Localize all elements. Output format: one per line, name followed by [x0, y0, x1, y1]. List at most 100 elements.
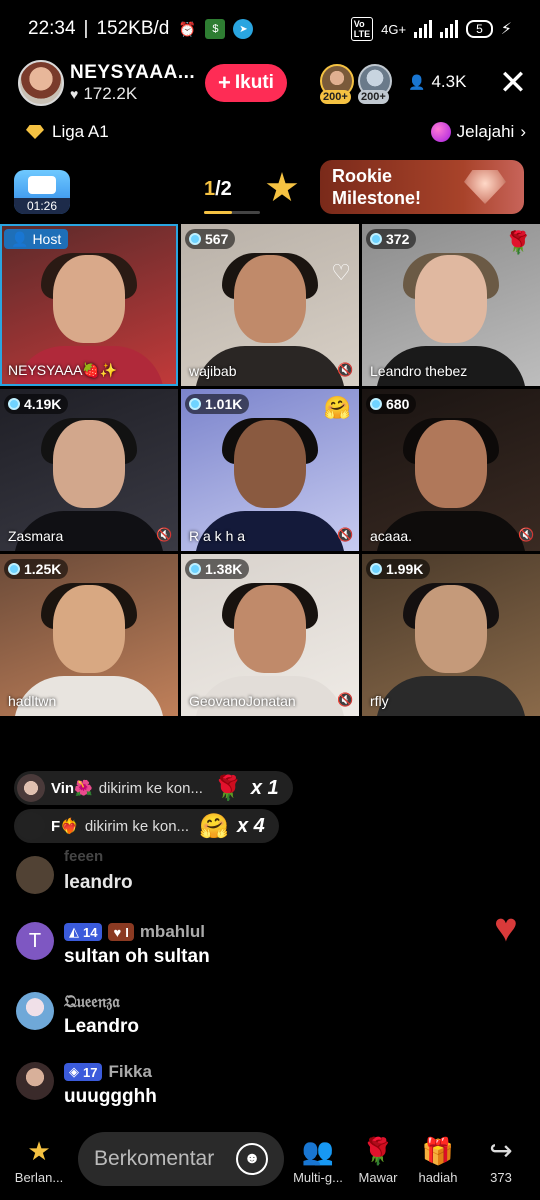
star-icon[interactable]: [266, 172, 298, 202]
guest-tile[interactable]: 1.99K rfly: [362, 554, 540, 716]
mic-muted-icon: 🔇: [337, 362, 354, 377]
comment-user-row: ◭ 14 ♥ I mbahlul: [64, 922, 205, 942]
heart-outline-icon[interactable]: ♡: [331, 260, 351, 286]
league-label: Liga A1: [52, 122, 109, 141]
gift-sender-avatar: [17, 774, 45, 802]
volte-icon: Vo LTE: [350, 17, 374, 41]
guest-tile[interactable]: 1.25K hadltwn: [0, 554, 178, 716]
signal-icon-2: [440, 20, 459, 38]
mic-muted-icon: 🔇: [337, 692, 354, 707]
coin-icon: [370, 233, 382, 245]
page-current: 1: [204, 178, 216, 200]
timer-badge[interactable]: 01:26: [14, 170, 70, 214]
comment-item[interactable]: feeen leandro: [16, 848, 486, 906]
gift-button[interactable]: 🎁 hadiah: [412, 1136, 464, 1185]
rose-icon: 🌹: [361, 1136, 395, 1166]
top-viewer-badge-2: 200+: [358, 90, 389, 104]
comment-username: 𝔔𝔲𝔢𝔢𝔫𝔷𝔞: [64, 992, 120, 1012]
gift-count: x 1: [250, 776, 279, 799]
rose-gift-button[interactable]: 🌹 Mawar: [352, 1136, 404, 1185]
diamond-icon: [26, 125, 44, 139]
comment-username: Fikka: [108, 1062, 152, 1081]
comment-placeholder: Berkomentar: [94, 1147, 215, 1170]
guest-score: 1.01K: [185, 394, 250, 414]
multi-guest-button[interactable]: 👥 Multi-g...: [288, 1136, 348, 1185]
guest-tile-host[interactable]: 👤 Host NEYSYAAA🍓✨: [0, 224, 178, 386]
comment-avatar: [16, 992, 54, 1030]
level-icon: ◈: [69, 1064, 79, 1079]
battery-icon: 5: [466, 20, 493, 38]
status-time: 22:34: [28, 18, 76, 39]
host-header: NEYSYAAA... ♥ 172.2K + Ikuti 200+ 200+ 👤…: [0, 58, 540, 110]
host-tag: 👤 Host: [4, 229, 69, 249]
rose-icon: 🌹: [504, 230, 532, 255]
guest-name: wajibab: [189, 363, 237, 379]
mic-muted-icon: 🔇: [337, 527, 354, 542]
guest-name: hadltwn: [8, 693, 57, 709]
viewer-count[interactable]: 👤 4.3K: [408, 72, 466, 92]
rookie-milestone-banner[interactable]: Rookie Milestone!: [320, 160, 524, 214]
guest-score: 680: [366, 394, 417, 414]
host-likes-count: 172.2K: [83, 84, 138, 103]
hug-emoji-icon: 🤗: [199, 812, 229, 840]
gift-label: hadiah: [418, 1170, 458, 1185]
comment-username: mbahlul: [139, 922, 205, 941]
person-icon: 👤: [408, 73, 426, 90]
explore-button[interactable]: Jelajahi ›: [430, 122, 526, 142]
gem-icon: [464, 170, 506, 204]
comment-message: uuuggghh: [64, 1086, 157, 1107]
follow-button[interactable]: + Ikuti: [205, 64, 287, 102]
rose-icon: 🌹: [212, 774, 243, 802]
guest-tile[interactable]: 567 ♡ wajibab 🔇: [181, 224, 359, 386]
guest-tile[interactable]: 372 🌹 Leandro thebez: [362, 224, 540, 386]
emoji-icon[interactable]: ☻: [236, 1143, 268, 1175]
guest-name: rfly: [370, 693, 389, 709]
close-icon[interactable]: ✕: [496, 66, 530, 100]
gift-count: x 4: [236, 814, 265, 837]
host-avatar[interactable]: [18, 60, 64, 106]
person-icon: 👤: [11, 230, 29, 247]
gift-sender-name: Vin🌺: [51, 780, 93, 797]
multi-guest-tab-row: 01:26 1/2 Rookie Milestone!: [0, 158, 540, 218]
gift-icon: 🎁: [421, 1136, 455, 1166]
guest-name: Zasmara: [8, 528, 64, 544]
gift-sender-name: F❤️‍🔥: [51, 818, 79, 835]
multi-guest-label: Multi-g...: [293, 1170, 343, 1185]
guest-name: NEYSYAAA🍓✨: [8, 362, 118, 378]
comment-item[interactable]: ◈ 17 Fikka uuuggghh: [16, 1062, 486, 1112]
guest-tile[interactable]: 1.01K 🤗 R a k h a 🔇: [181, 389, 359, 551]
guest-tile[interactable]: 1.38K GeovanoJonatan 🔇: [181, 554, 359, 716]
chevron-right-icon: ›: [520, 122, 526, 141]
guest-tile[interactable]: 4.19K Zasmara 🔇: [0, 389, 178, 551]
comment-message: Leandro: [64, 1016, 139, 1037]
coin-icon: [8, 563, 20, 575]
guest-name: acaaa.: [370, 528, 413, 544]
page-indicator[interactable]: 1/2: [204, 178, 232, 201]
level-icon: ◭: [69, 924, 79, 939]
guest-score: 372: [366, 229, 417, 249]
comment-input[interactable]: Berkomentar ☻: [78, 1132, 284, 1186]
coin-icon: [189, 563, 201, 575]
share-icon: ↪: [489, 1135, 513, 1166]
plus-icon: +: [218, 70, 231, 95]
guest-score: 4.19K: [4, 394, 69, 414]
guest-tile[interactable]: 680 acaaa. 🔇: [362, 389, 540, 551]
viewer-count-value: 4.3K: [431, 72, 467, 91]
mic-muted-icon: 🔇: [518, 527, 535, 542]
comment-item[interactable]: 𝔔𝔲𝔢𝔢𝔫𝔷𝔞 Leandro: [16, 992, 486, 1042]
share-button[interactable]: ↪ 373: [476, 1135, 526, 1186]
rose-label: Mawar: [358, 1170, 398, 1185]
league-badge[interactable]: Liga A1: [26, 122, 109, 142]
heart-icon: ♥: [113, 924, 122, 940]
guest-name: GeovanoJonatan: [189, 693, 296, 709]
gift-notification: Vin🌺 dikirim ke kon... 🌹 x 1: [14, 771, 293, 805]
comment-item[interactable]: T ◭ 14 ♥ I mbahlul sultan oh sultan: [16, 922, 486, 972]
coin-icon: [370, 398, 382, 410]
host-name[interactable]: NEYSYAAA...: [70, 62, 195, 84]
follow-label: Ikuti: [234, 72, 274, 93]
mic-muted-icon: 🔇: [156, 527, 173, 542]
explore-star-button[interactable]: ★ Berlan...: [8, 1136, 70, 1185]
telegram-icon: ➤: [233, 19, 254, 39]
guest-score: 1.38K: [185, 559, 250, 579]
coin-icon: [8, 398, 20, 410]
